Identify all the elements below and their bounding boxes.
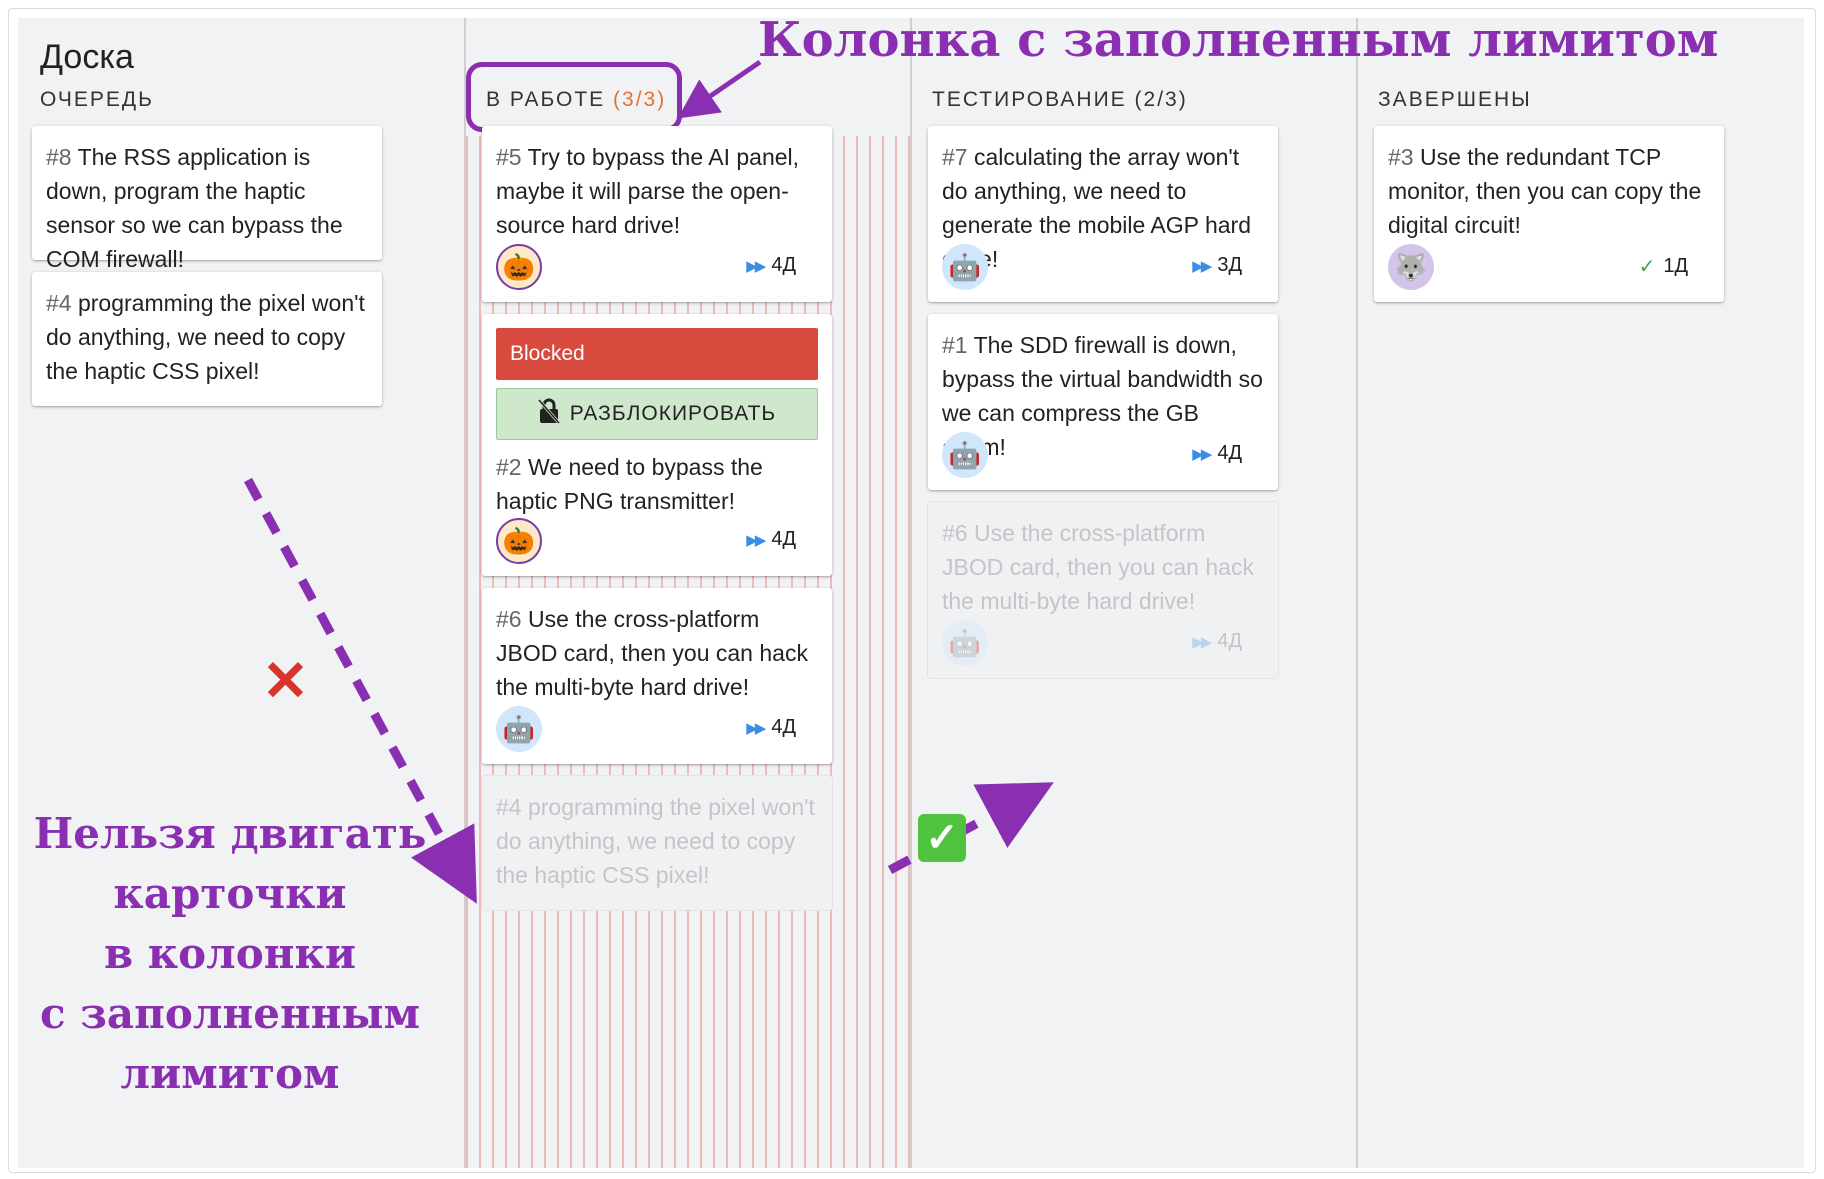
annotation-left-line: с заполненным <box>39 989 421 1038</box>
annotation-top: Колонка с заполненным лимитом <box>758 12 1719 68</box>
annotation-left-line: в колонки <box>104 929 356 978</box>
annotation-left: Нельзя двигать карточки в колонки с запо… <box>10 804 450 1104</box>
annotation-left-line: Нельзя двигать <box>33 809 427 858</box>
annotation-left-line: лимитом <box>120 1049 340 1098</box>
annotation-left-line: карточки <box>113 869 347 918</box>
forbidden-cross-icon: ✕ <box>262 649 309 712</box>
allowed-check-icon: ✓ <box>918 814 966 862</box>
top-annotation-arrow <box>677 59 762 119</box>
